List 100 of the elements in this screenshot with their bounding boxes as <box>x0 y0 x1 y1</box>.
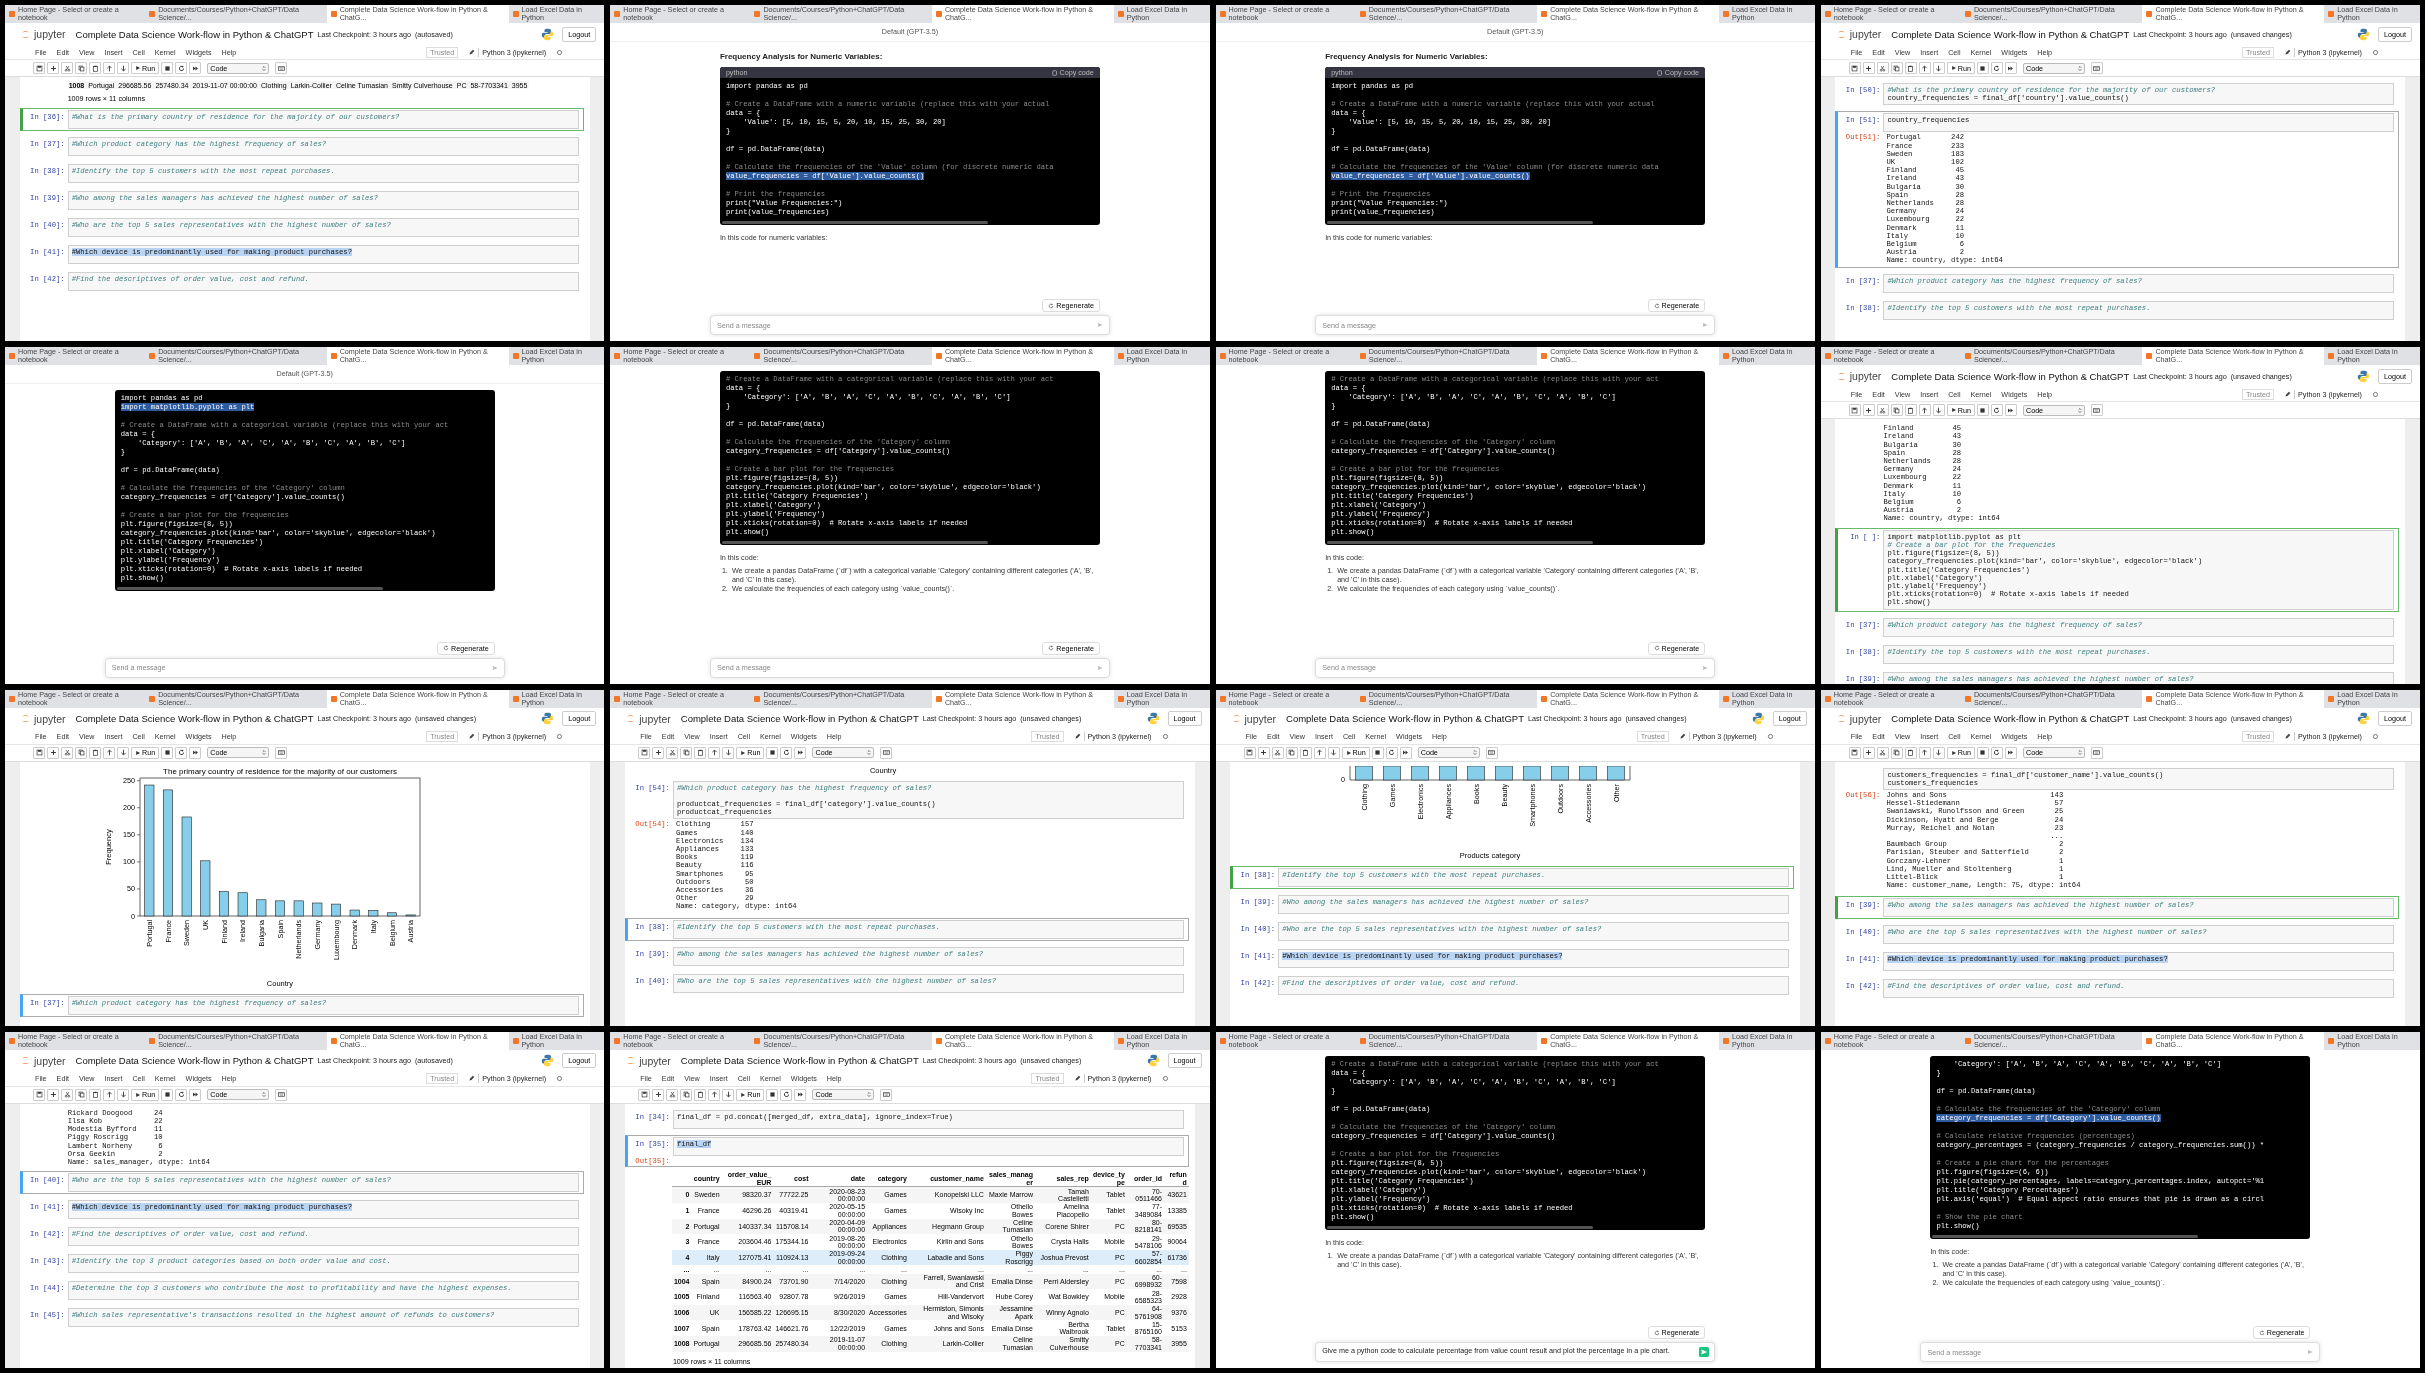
horizontal-scrollbar[interactable] <box>1327 541 1594 545</box>
plus-icon[interactable] <box>49 64 57 72</box>
cut-icon[interactable] <box>1879 64 1887 72</box>
plus-icon[interactable] <box>1865 749 1873 756</box>
horizontal-scrollbar[interactable] <box>721 541 988 545</box>
restart-icon[interactable] <box>1993 64 2001 72</box>
notebook-title[interactable]: Complete Data Science Work-flow in Python & ChatGPT <box>75 28 314 40</box>
cut-icon[interactable] <box>668 1091 676 1099</box>
forward-icon[interactable] <box>191 1091 199 1099</box>
paste-icon[interactable] <box>696 749 704 756</box>
up-icon[interactable] <box>1316 749 1323 756</box>
save-icon[interactable] <box>1851 64 1859 72</box>
cut-icon[interactable] <box>1274 749 1281 756</box>
keyboard-icon[interactable] <box>2093 406 2101 414</box>
save-icon[interactable] <box>1246 749 1253 756</box>
restart-icon[interactable] <box>782 749 790 756</box>
stop-icon[interactable] <box>163 1091 171 1099</box>
restart-icon[interactable] <box>177 1091 185 1099</box>
save-icon[interactable] <box>640 1091 648 1099</box>
down-icon[interactable] <box>119 1091 127 1099</box>
forward-icon[interactable] <box>191 749 199 756</box>
save-icon[interactable] <box>35 64 43 72</box>
brand-name[interactable]: jupyter <box>34 1054 66 1067</box>
up-icon[interactable] <box>105 64 113 72</box>
restart-icon[interactable] <box>1993 406 2001 414</box>
paste-icon[interactable] <box>91 749 99 756</box>
forward-icon[interactable] <box>2007 64 2015 72</box>
save-icon[interactable] <box>35 1091 43 1099</box>
pencil-icon[interactable] <box>468 733 476 740</box>
keyboard-icon[interactable] <box>277 64 285 72</box>
copy-icon[interactable] <box>77 749 85 756</box>
down-icon[interactable] <box>724 1091 732 1099</box>
up-icon[interactable] <box>1921 406 1929 414</box>
horizontal-scrollbar[interactable] <box>1327 1225 1594 1229</box>
up-icon[interactable] <box>710 749 718 756</box>
down-icon[interactable] <box>119 64 127 72</box>
paste-icon[interactable] <box>696 1091 704 1099</box>
stop-icon[interactable] <box>1979 749 1987 756</box>
cut-icon[interactable] <box>63 749 71 756</box>
cut-icon[interactable] <box>1879 406 1887 414</box>
stop-icon[interactable] <box>163 749 171 756</box>
save-icon[interactable] <box>35 749 43 756</box>
notebook-title[interactable]: Complete Data Science Work-flow in Python & ChatGPT <box>1891 370 2130 382</box>
copy-icon[interactable] <box>1893 64 1901 72</box>
keyboard-icon[interactable] <box>2093 749 2101 756</box>
cut-icon[interactable] <box>668 749 676 756</box>
pencil-icon[interactable] <box>2284 733 2292 740</box>
keyboard-icon[interactable] <box>1488 749 1496 756</box>
copy-icon[interactable] <box>682 1091 690 1099</box>
stop-icon[interactable] <box>1979 406 1987 414</box>
plus-icon[interactable] <box>1865 64 1873 72</box>
pencil-icon[interactable] <box>1073 733 1081 740</box>
plus-icon[interactable] <box>654 1091 662 1099</box>
save-icon[interactable] <box>1851 749 1859 756</box>
forward-icon[interactable] <box>796 1091 804 1099</box>
pencil-icon[interactable] <box>2284 390 2292 398</box>
cut-icon[interactable] <box>63 64 71 72</box>
copy-icon[interactable] <box>1893 406 1901 414</box>
plus-icon[interactable] <box>49 1091 57 1099</box>
notebook-title[interactable]: Complete Data Science Work-flow in Python & ChatGPT <box>1891 28 2130 40</box>
keyboard-icon[interactable] <box>277 749 285 756</box>
horizontal-scrollbar[interactable] <box>1932 1234 2199 1238</box>
brand-name[interactable]: jupyter <box>1849 28 1882 40</box>
paste-icon[interactable] <box>1302 749 1309 756</box>
brand-name[interactable]: jupyter <box>1849 370 1882 383</box>
up-icon[interactable] <box>1921 749 1929 756</box>
notebook-title[interactable]: Complete Data Science Work-flow in Python & ChatGPT <box>1286 713 1524 724</box>
stop-icon[interactable] <box>1979 64 1987 72</box>
copy-icon[interactable] <box>77 1091 85 1099</box>
down-icon[interactable] <box>1935 749 1943 756</box>
cut-icon[interactable] <box>1879 749 1887 756</box>
restart-icon[interactable] <box>1388 749 1396 756</box>
plus-icon[interactable] <box>654 749 662 756</box>
up-icon[interactable] <box>105 1091 113 1099</box>
restart-icon[interactable] <box>782 1091 790 1099</box>
plus-icon[interactable] <box>1865 406 1873 414</box>
paste-icon[interactable] <box>1907 406 1915 414</box>
brand-name[interactable]: jupyter <box>639 1054 671 1067</box>
notebook-cell[interactable] <box>1835 111 2400 268</box>
notebook-title[interactable]: Complete Data Science Work-flow in Python & ChatGPT <box>680 1055 919 1067</box>
restart-icon[interactable] <box>1993 749 2001 756</box>
stop-icon[interactable] <box>163 64 171 72</box>
horizontal-scrollbar[interactable] <box>116 587 383 591</box>
save-icon[interactable] <box>640 749 648 756</box>
pencil-icon[interactable] <box>1678 733 1686 740</box>
paste-icon[interactable] <box>91 1091 99 1099</box>
forward-icon[interactable] <box>2007 406 2015 414</box>
notebook-title[interactable]: Complete Data Science Work-flow in Python & ChatGPT <box>1891 713 2130 724</box>
down-icon[interactable] <box>119 749 127 756</box>
keyboard-icon[interactable] <box>882 1091 890 1099</box>
pencil-icon[interactable] <box>1073 1075 1081 1083</box>
horizontal-scrollbar[interactable] <box>721 221 988 224</box>
down-icon[interactable] <box>724 749 732 756</box>
brand-name[interactable]: jupyter <box>639 712 671 725</box>
stop-icon[interactable] <box>768 1091 776 1099</box>
forward-icon[interactable] <box>796 749 804 756</box>
notebook-title[interactable]: Complete Data Science Work-flow in Python & ChatGPT <box>75 713 314 724</box>
forward-icon[interactable] <box>1402 749 1410 756</box>
brand-name[interactable]: jupyter <box>34 28 66 40</box>
brand-name[interactable]: jupyter <box>34 712 66 725</box>
